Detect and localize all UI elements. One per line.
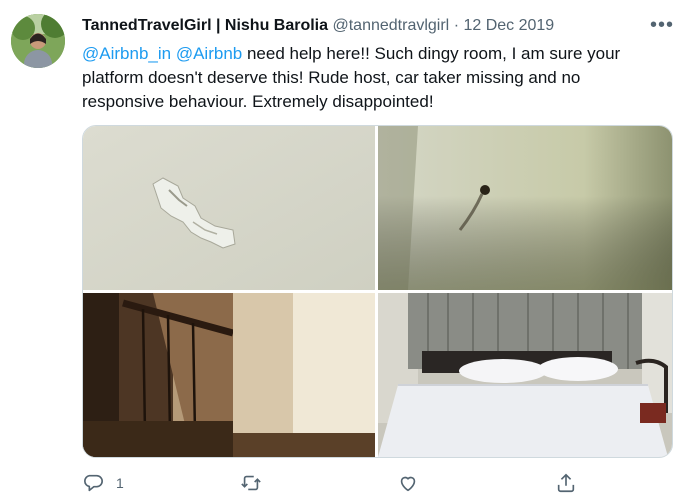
tweet-header: TannedTravelGirl | Nishu Barolia @tanned… xyxy=(82,17,554,35)
share-icon xyxy=(555,472,577,494)
like-button[interactable] xyxy=(397,472,419,494)
retweet-icon xyxy=(240,472,262,494)
tweet[interactable]: TannedTravelGirl | Nishu Barolia @tanned… xyxy=(0,0,680,501)
reply-count: 1 xyxy=(116,475,124,491)
mention-airbnb[interactable]: @Airbnb xyxy=(176,44,242,63)
share-button[interactable] xyxy=(555,472,577,494)
bed-photo[interactable] xyxy=(378,293,672,457)
reply-button[interactable]: 1 xyxy=(82,472,124,494)
tweet-date[interactable]: 12 Dec 2019 xyxy=(463,17,554,34)
more-options-icon[interactable]: ••• xyxy=(650,14,674,37)
avatar[interactable] xyxy=(11,14,65,68)
mention-airbnb-in[interactable]: @Airbnb_in xyxy=(82,44,171,63)
user-handle[interactable]: @tannedtravlgirl xyxy=(332,17,449,34)
stained-wall-photo[interactable] xyxy=(378,126,672,290)
like-icon xyxy=(397,472,419,494)
staircase-photo[interactable] xyxy=(83,293,375,457)
damaged-wall-photo[interactable] xyxy=(83,126,375,290)
tweet-text: @Airbnb_in @Airbnb need help here!! Such… xyxy=(82,42,662,114)
retweet-button[interactable] xyxy=(240,472,262,494)
tweet-actions: 1 xyxy=(82,472,582,498)
reply-icon xyxy=(82,472,104,494)
separator-dot: · xyxy=(453,17,460,34)
display-name[interactable]: TannedTravelGirl | Nishu Barolia xyxy=(82,17,328,34)
media-grid xyxy=(82,125,673,458)
